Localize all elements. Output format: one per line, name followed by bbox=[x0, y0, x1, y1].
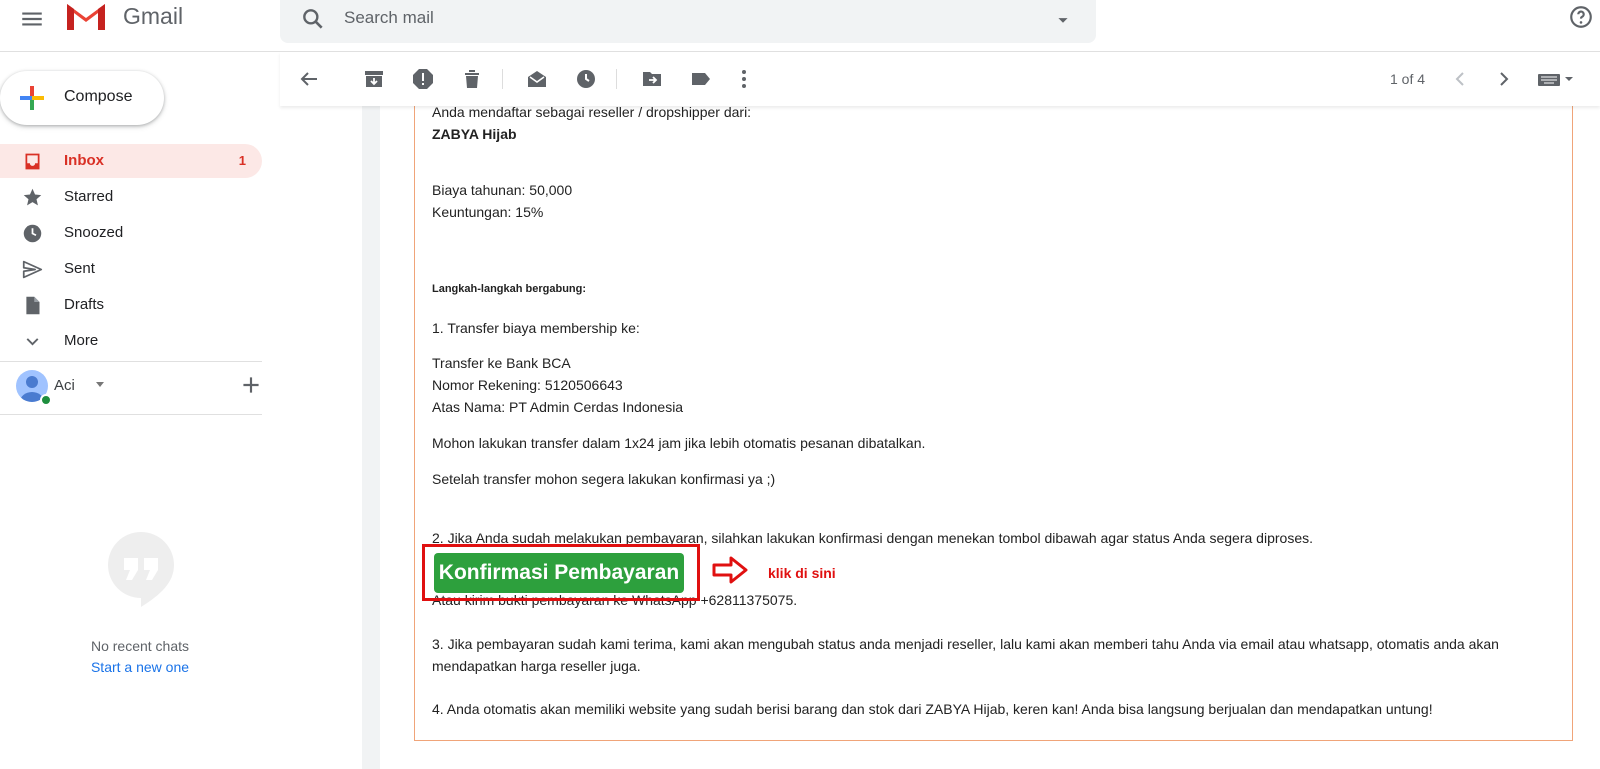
compose-label: Compose bbox=[64, 88, 133, 105]
hangouts-icon bbox=[108, 532, 174, 607]
sidebar-item-label: Snoozed bbox=[64, 224, 124, 241]
email-text: Setelah transfer mohon segera lakukan ko… bbox=[432, 471, 776, 487]
report-spam-icon[interactable] bbox=[411, 67, 435, 91]
chevron-left-icon[interactable] bbox=[1448, 67, 1472, 91]
email-text: Biaya tahunan: 50,000 bbox=[432, 182, 573, 198]
section-heading: Langkah-langkah bergabung: bbox=[432, 283, 587, 295]
unread-count: 1 bbox=[238, 153, 246, 168]
account-switcher[interactable]: Aci bbox=[16, 370, 266, 406]
sidebar-item-inbox[interactable]: Inbox 1 bbox=[0, 144, 262, 178]
email-text: 3. Jika pembayaran sudah kami terima, ka… bbox=[432, 636, 1499, 674]
no-chats-text: No recent chats bbox=[90, 638, 190, 654]
email-text: 4. Anda otomatis akan memiliki website y… bbox=[432, 701, 1433, 717]
chevron-right-icon[interactable] bbox=[1492, 67, 1516, 91]
account-name: Aci bbox=[54, 377, 75, 394]
email-text: Mohon lakukan transfer dalam 1x24 jam ji… bbox=[432, 435, 926, 451]
move-to-icon[interactable] bbox=[640, 67, 664, 91]
snooze-clock-icon[interactable] bbox=[574, 67, 598, 91]
menu-icon[interactable] bbox=[19, 6, 45, 32]
add-icon[interactable] bbox=[238, 372, 264, 398]
help-icon[interactable] bbox=[1568, 4, 1594, 30]
search-options-icon[interactable] bbox=[1052, 9, 1074, 31]
search-bar[interactable]: Search mail bbox=[280, 0, 1096, 43]
start-new-chat-link[interactable]: Start a new one bbox=[0, 659, 280, 675]
account-caret-icon[interactable] bbox=[96, 382, 104, 387]
sidebar-item-label: Inbox bbox=[64, 152, 104, 169]
delete-icon[interactable] bbox=[460, 67, 484, 91]
email-text: Atas Nama: PT Admin Cerdas Indonesia bbox=[432, 399, 684, 415]
email-text: Keuntungan: 15% bbox=[432, 204, 544, 220]
sidebar-item-label: Sent bbox=[64, 260, 95, 277]
message-toolbar: 1 of 4 bbox=[280, 52, 1600, 106]
annotation-text: klik di sini bbox=[768, 565, 836, 581]
toolbar-separator bbox=[502, 69, 503, 89]
search-input[interactable]: Search mail bbox=[344, 8, 434, 28]
store-name: ZABYA Hijab bbox=[432, 126, 517, 142]
mark-unread-icon[interactable] bbox=[525, 67, 549, 91]
inbox-icon bbox=[25, 153, 40, 170]
online-status-dot bbox=[40, 394, 52, 406]
sidebar-item-snoozed[interactable]: Snoozed bbox=[0, 216, 262, 250]
send-icon bbox=[22, 260, 43, 279]
back-arrow-icon[interactable] bbox=[297, 67, 321, 91]
more-vert-icon[interactable] bbox=[732, 67, 756, 91]
sidebar-item-more[interactable]: More bbox=[0, 324, 262, 358]
clock-icon bbox=[23, 224, 42, 243]
keyboard-icon[interactable] bbox=[1536, 67, 1576, 91]
sidebar-divider bbox=[0, 361, 262, 362]
sidebar-item-sent[interactable]: Sent bbox=[0, 252, 262, 286]
email-body: Anda mendaftar sebagai reseller / dropsh… bbox=[414, 100, 1573, 741]
label-icon[interactable] bbox=[689, 67, 713, 91]
email-text: Transfer ke Bank BCA bbox=[432, 355, 571, 371]
sidebar-divider bbox=[0, 414, 262, 415]
app-name: Gmail bbox=[123, 3, 184, 29]
sidebar-item-label: Drafts bbox=[64, 296, 105, 313]
sidebar-item-starred[interactable]: Starred bbox=[0, 180, 262, 214]
scroll-gutter bbox=[362, 106, 380, 769]
star-icon bbox=[23, 188, 42, 206]
sidebar-item-label: More bbox=[64, 332, 99, 349]
sidebar-item-drafts[interactable]: Drafts bbox=[0, 288, 262, 322]
arrow-right-icon bbox=[712, 556, 748, 584]
email-text: Nomor Rekening: 5120506643 bbox=[432, 377, 623, 393]
toolbar-separator bbox=[616, 69, 617, 89]
top-bar: Gmail Search mail bbox=[0, 0, 1600, 52]
gmail-logo-icon[interactable] bbox=[64, 0, 108, 32]
archive-icon[interactable] bbox=[362, 67, 386, 91]
plus-icon bbox=[20, 86, 44, 110]
email-text: 1. Transfer biaya membership ke: bbox=[432, 320, 640, 336]
compose-button[interactable]: Compose bbox=[0, 71, 164, 125]
search-icon[interactable] bbox=[300, 6, 326, 32]
sidebar-item-label: Starred bbox=[64, 188, 114, 205]
pagination-text: 1 of 4 bbox=[1390, 71, 1426, 87]
chevron-down-icon bbox=[26, 338, 39, 346]
draft-icon bbox=[26, 296, 40, 315]
highlight-box bbox=[422, 544, 700, 601]
